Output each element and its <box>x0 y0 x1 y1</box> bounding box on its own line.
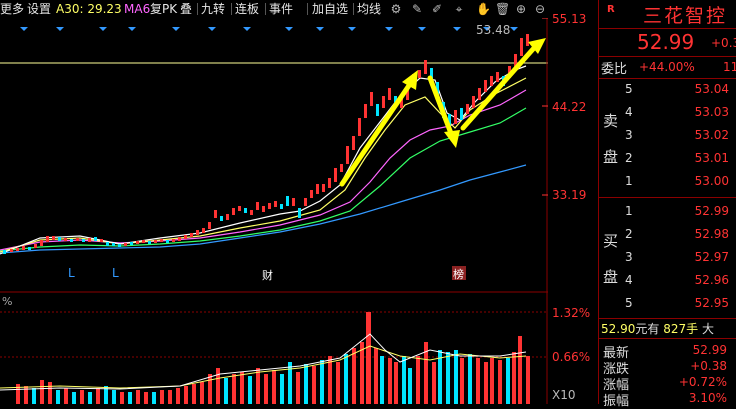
sell-label-bottom: 盘 <box>603 148 619 166</box>
stock-name: 三花智控 <box>643 5 728 27</box>
ma-yellow-line <box>0 77 527 253</box>
high-price-label: 53.48 <box>476 23 511 37</box>
replay-button[interactable]: 复 <box>150 0 162 18</box>
event-marker-board[interactable]: 榜 <box>453 267 464 281</box>
sell-price: 53.04 <box>694 82 729 96</box>
toolbar-divider <box>197 3 198 15</box>
buy-price: 52.96 <box>694 273 729 287</box>
sell-price: 53.01 <box>694 151 729 165</box>
brush-icon[interactable]: ✐ <box>430 2 444 16</box>
price-axis-high: 55.13 <box>552 12 587 26</box>
weibi-value: +44.00% <box>639 60 695 74</box>
amp-label: 振幅 <box>603 394 630 409</box>
buy-label-bottom: 盘 <box>603 268 619 286</box>
buy-price: 52.98 <box>694 227 729 241</box>
volume-axis-high: 1.32% <box>552 306 591 320</box>
buy-label-top: 买 <box>603 232 619 250</box>
weibi-label: 委比 <box>601 62 628 77</box>
price-axis-low: 33.19 <box>552 188 587 202</box>
latest-value: 52.99 <box>692 343 727 357</box>
toolbar-dot-row <box>20 27 518 31</box>
buy-price: 52.99 <box>694 204 729 218</box>
volume-bars <box>16 312 530 404</box>
trash-icon[interactable]: 🗑 <box>495 2 510 16</box>
event-marker-finance[interactable]: 财 <box>262 268 273 282</box>
ma-white-line <box>0 65 527 255</box>
change-value: +0.38 <box>690 359 727 373</box>
last-trade-row: 52.90元有 827手 大 <box>601 320 714 337</box>
price-axis-mid: 44.22 <box>552 100 587 114</box>
trade-qty: 827手 <box>663 322 699 336</box>
sell-level: 2 <box>625 151 633 165</box>
volume-title: % <box>2 295 12 308</box>
toolbar-divider <box>307 3 308 15</box>
more-button[interactable]: 更多 <box>0 0 24 18</box>
add-watchlist-button[interactable]: 加自选 <box>312 0 348 18</box>
toolbar-divider <box>265 3 266 15</box>
buy-price: 52.97 <box>694 250 729 264</box>
sell-price: 53.02 <box>694 128 729 142</box>
overlay-button[interactable]: 叠 <box>180 0 192 18</box>
toolbar-divider <box>231 3 232 15</box>
buy-price: 52.95 <box>694 296 729 310</box>
buy-level: 5 <box>625 296 633 310</box>
sell-level: 1 <box>625 174 633 188</box>
security-tag: R <box>607 4 615 15</box>
buy-level: 1 <box>625 204 633 218</box>
crosshair-icon[interactable]: ⌖ <box>452 2 466 16</box>
sell-price: 53.00 <box>694 174 729 188</box>
buy-level: 2 <box>625 227 633 241</box>
chart-toolbar: 更多 设置 A30: 29.23 MA6 复 PK 叠 九转 连板 事件 加自选… <box>0 0 548 18</box>
event-marker-l[interactable]: L <box>68 266 75 280</box>
sell-level: 4 <box>625 105 633 119</box>
kline-chart[interactable]: L L 财 榜 % <box>0 18 548 404</box>
quote-panel: R 三花智控 52.99 +0.3 委比 +44.00% 11 卖 盘 5 53… <box>598 0 736 409</box>
limit-up-button[interactable]: 连板 <box>235 0 259 18</box>
current-price: 52.99 <box>637 30 695 54</box>
weibi-extra: 11 <box>723 60 736 74</box>
zoom-in-icon[interactable]: ⊕ <box>514 2 528 16</box>
event-marker-l[interactable]: L <box>112 266 119 280</box>
volume-scale: X10 <box>552 388 576 402</box>
axis-column <box>548 0 598 404</box>
price-change: +0.3 <box>711 36 736 50</box>
ma60-readout: MA6 <box>124 2 151 16</box>
zoom-out-icon[interactable]: ⊖ <box>533 2 547 16</box>
sell-level: 3 <box>625 128 633 142</box>
candles-group <box>3 34 529 254</box>
buy-level: 4 <box>625 273 633 287</box>
settings-gear-icon[interactable]: ⚙ <box>389 2 403 16</box>
buy-level: 3 <box>625 250 633 264</box>
toolbar-divider <box>353 3 354 15</box>
pk-button[interactable]: PK <box>162 0 177 18</box>
nine-turn-button[interactable]: 九转 <box>201 0 225 18</box>
amp-value: 3.10% <box>688 391 727 405</box>
hand-icon[interactable]: ✋ <box>476 2 491 16</box>
volume-axis-mid: 0.66% <box>552 350 591 364</box>
draw-pen-icon[interactable]: ✎ <box>410 2 424 16</box>
ma30-readout: A30: 29.23 <box>56 2 122 16</box>
trade-side: 大 <box>701 322 714 336</box>
sell-level: 5 <box>625 82 633 96</box>
settings-button[interactable]: 设置 <box>27 0 51 18</box>
trade-price: 52.90 <box>601 322 636 336</box>
pct-value: +0.72% <box>678 375 727 389</box>
sell-label-top: 卖 <box>603 112 619 130</box>
trade-note: 元有 <box>635 322 660 336</box>
sell-price: 53.03 <box>694 105 729 119</box>
events-button[interactable]: 事件 <box>269 0 293 18</box>
draw-button[interactable]: 均线 <box>357 0 381 18</box>
ma-magenta-line <box>0 89 527 251</box>
